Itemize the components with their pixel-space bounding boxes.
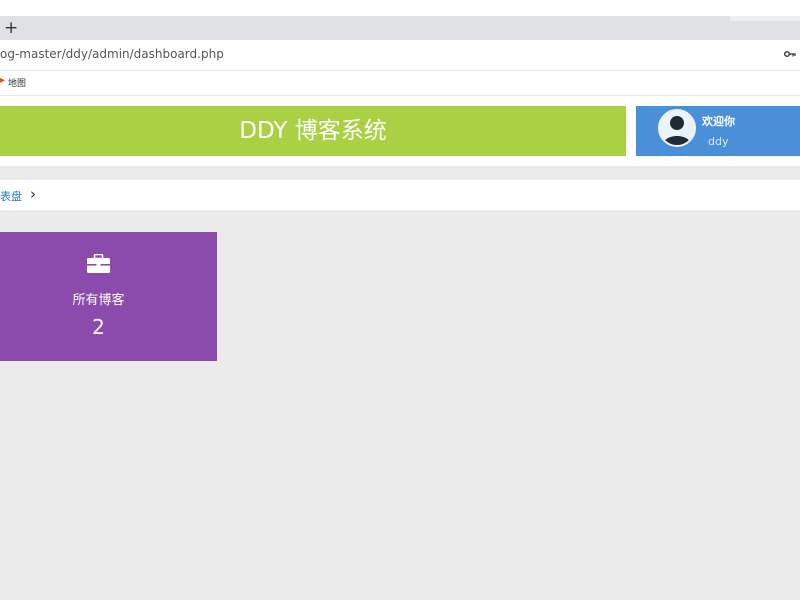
stat-label: 所有博客 (72, 293, 125, 308)
page-header: DDY 博客系统 欢迎你 ddy (0, 96, 800, 166)
new-tab-button[interactable]: + (4, 16, 18, 40)
url-text[interactable]: og-master/ddy/admin/dashboard.php (0, 47, 224, 61)
address-bar[interactable]: og-master/ddy/admin/dashboard.php (0, 40, 800, 71)
user-panel[interactable]: 欢迎你 ddy (636, 106, 800, 156)
tab-strip: + (0, 16, 800, 40)
username: ddy (708, 135, 729, 148)
browser-top-bar (0, 0, 800, 16)
tab-edge (730, 16, 800, 21)
stat-card-all-blogs[interactable]: 所有博客 2 (0, 232, 217, 361)
key-icon[interactable] (783, 47, 796, 61)
breadcrumb: 表盘 › (0, 180, 800, 210)
briefcase-icon (87, 253, 110, 274)
bookmark-item-map[interactable]: 地图 (8, 76, 26, 89)
chevron-right-icon: › (30, 185, 36, 203)
avatar (658, 109, 696, 147)
dashboard-page: DDY 博客系统 欢迎你 ddy 表盘 › 所有博客 2 (0, 96, 800, 600)
bookmark-icon: ▸ (0, 75, 6, 86)
welcome-text: 欢迎你 (702, 115, 735, 128)
stat-value: 2 (92, 315, 105, 339)
site-title: DDY 博客系统 (0, 106, 626, 156)
bookmarks-bar: ▸ 地图 (0, 71, 800, 96)
breadcrumb-dashboard[interactable]: 表盘 (0, 188, 22, 204)
